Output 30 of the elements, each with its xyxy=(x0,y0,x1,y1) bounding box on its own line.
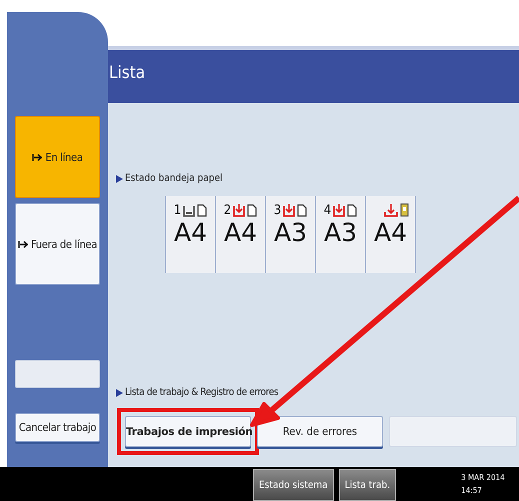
paper-size: A3 xyxy=(324,220,357,245)
arrow-to-bar-icon xyxy=(18,240,29,248)
tray-number: 2 xyxy=(224,202,232,218)
paper-icon xyxy=(197,204,208,216)
paper-icon xyxy=(297,204,308,216)
paper-icon xyxy=(400,203,409,217)
status-bar-button[interactable]: Lista trab. xyxy=(338,469,396,501)
paper-icon xyxy=(347,204,358,216)
cancel-job-button[interactable]: Cancelar trabajo xyxy=(15,413,100,442)
paper-size: A3 xyxy=(274,220,307,245)
paper-size: A4 xyxy=(174,220,207,245)
section-label: Lista de trabajo & Registro de errores xyxy=(125,387,278,398)
section-label: Estado bandeja papel xyxy=(125,173,223,184)
section-marker-icon xyxy=(116,388,123,396)
date-text: 3 MAR 2014 xyxy=(461,473,505,482)
tray-number: 4 xyxy=(324,202,332,218)
arrow-to-bar-icon xyxy=(32,152,44,162)
paper-size: A4 xyxy=(374,220,407,245)
status-bar-button[interactable]: Estado sistema xyxy=(253,469,334,501)
time-text: 14:57 xyxy=(461,486,483,495)
screen-title: Lista xyxy=(109,62,146,82)
paper-size: A4 xyxy=(224,220,257,245)
mode-button[interactable]: En línea xyxy=(15,116,100,198)
mode-button[interactable]: Fuera de línea xyxy=(15,203,100,285)
job-list-button[interactable]: Trabajos de impresión xyxy=(125,416,251,447)
tray-number: 1 xyxy=(174,202,182,218)
paper-icon xyxy=(247,204,258,216)
job-list-button[interactable]: Rev. de errores xyxy=(257,416,383,447)
tray-number: 3 xyxy=(274,202,282,218)
section-marker-icon xyxy=(116,174,123,182)
